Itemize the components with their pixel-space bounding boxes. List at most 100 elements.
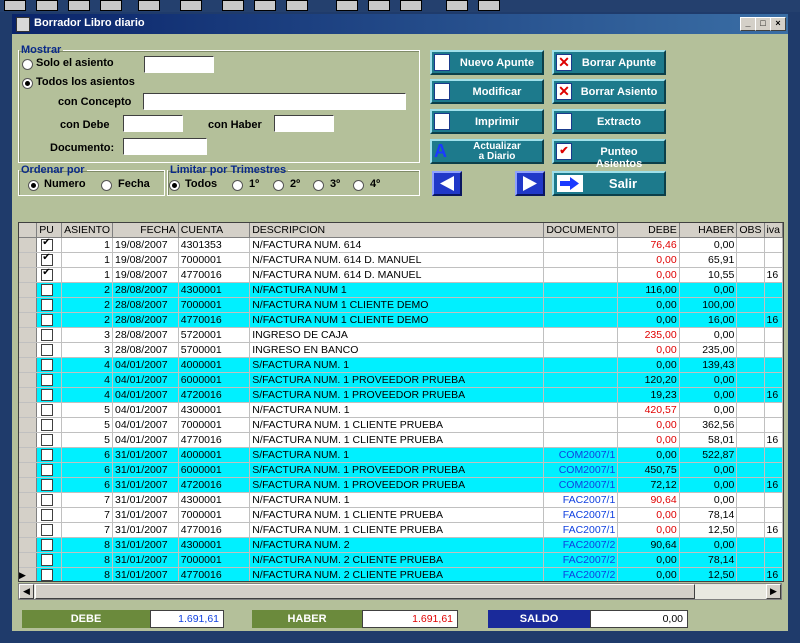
imprimir-button[interactable]: Imprimir (430, 109, 544, 134)
nuevo-apunte-button[interactable]: Nuevo Apunte (430, 50, 544, 75)
trimestre-1-radio[interactable] (232, 180, 243, 191)
ordenar-numero-radio[interactable] (28, 180, 39, 191)
previous-button[interactable] (432, 171, 462, 196)
asientos-grid[interactable]: PU ASIENTO FECHA CUENTA DESCRIPCION DOCU… (18, 222, 784, 582)
row-selector[interactable] (19, 462, 38, 478)
pu-checkbox[interactable] (41, 509, 54, 522)
table-row[interactable]: 119/08/20074770016N/FACTURA NUM. 614 D. … (19, 267, 783, 283)
row-selector[interactable] (19, 477, 38, 493)
row-selector[interactable] (19, 492, 38, 508)
row-selector[interactable] (19, 432, 38, 448)
table-row[interactable]: 2 28/08/2007 4300001 N/FACTURA NUM 1 116,00 0… (19, 282, 783, 298)
toolbar-button[interactable] (478, 0, 500, 11)
debe-filter-input[interactable] (123, 115, 183, 132)
haber-filter-input[interactable] (274, 115, 334, 132)
concepto-input[interactable] (143, 93, 406, 110)
toolbar-button[interactable] (254, 0, 276, 11)
window-titlebar[interactable]: Borrador Libro diario _ □ × (12, 14, 788, 34)
extracto-button[interactable]: Extracto (552, 109, 666, 134)
scroll-thumb[interactable] (35, 584, 695, 599)
toolbar-button[interactable] (4, 0, 26, 11)
table-row[interactable]: 8 31/01/2007 4300001 N/FACTURA NUM. 2 FAC200… (19, 537, 783, 553)
table-row[interactable]: 5 04/01/2007 7000001 N/FACTURA NUM. 1 CLIEN… (19, 417, 783, 433)
pu-checkbox[interactable] (41, 299, 54, 312)
table-row[interactable]: 4 04/01/2007 4720016 S/FACTURA NUM. 1 PROVE… (19, 387, 783, 403)
pu-checkbox[interactable] (41, 464, 54, 477)
toolbar-button[interactable] (368, 0, 390, 11)
row-selector[interactable] (19, 252, 38, 268)
pu-checkbox[interactable] (41, 479, 54, 492)
trimestre-3-radio[interactable] (313, 180, 324, 191)
table-row[interactable]: 2 28/08/2007 7000001 N/FACTURA NUM 1 CLIENT… (19, 297, 783, 313)
pu-checkbox[interactable] (41, 344, 54, 357)
row-selector[interactable] (19, 327, 38, 343)
scroll-right-icon[interactable]: ▶ (766, 584, 781, 599)
pu-checkbox[interactable] (41, 314, 54, 327)
salir-button[interactable]: Salir (552, 171, 666, 196)
next-button[interactable] (515, 171, 545, 196)
close-button[interactable]: × (770, 17, 786, 31)
toolbar-button[interactable] (222, 0, 244, 11)
table-row[interactable]: 5 04/01/2007 4770016 N/FACTURA NUM. 1 CLIEN… (19, 432, 783, 448)
row-selector[interactable] (19, 507, 38, 523)
table-row[interactable]: 5 04/01/2007 4300001 N/FACTURA NUM. 1 420,57… (19, 402, 783, 418)
row-selector[interactable]: ▶ (19, 567, 38, 581)
pu-checkbox[interactable] (41, 374, 54, 387)
row-selector[interactable] (19, 552, 38, 568)
table-row[interactable]: 6 31/01/2007 4000001 S/FACTURA NUM. 1 COM200… (19, 447, 783, 463)
table-row[interactable]: 7 31/01/2007 4770016 N/FACTURA NUM. 1 CLIEN… (19, 522, 783, 538)
toolbar-button[interactable] (36, 0, 58, 11)
row-selector[interactable] (19, 522, 38, 538)
pu-checkbox[interactable] (41, 494, 54, 507)
table-row[interactable]: 119/08/20077000001N/FACTURA NUM. 614 D. … (19, 252, 783, 268)
column-header[interactable]: HABER (679, 223, 738, 238)
trimestre-4-radio[interactable] (353, 180, 364, 191)
column-header[interactable]: OBS (736, 223, 765, 238)
actualizar-diario-button[interactable]: A Actualizar a Diario (430, 139, 544, 164)
row-selector[interactable] (19, 312, 38, 328)
pu-checkbox[interactable] (41, 539, 54, 552)
table-row[interactable]: 3 28/08/2007 5720001 INGRESO DE CAJA 235,00 0… (19, 327, 783, 343)
table-row[interactable]: 119/08/20074301353N/FACTURA NUM. 614 76,4… (19, 237, 783, 253)
minimize-button[interactable]: _ (740, 17, 756, 31)
column-header[interactable]: FECHA (112, 223, 179, 238)
ordenar-fecha-radio[interactable] (101, 180, 112, 191)
pu-checkbox[interactable] (41, 253, 54, 267)
row-selector[interactable] (19, 372, 38, 388)
table-row[interactable]: 6 31/01/2007 6000001 S/FACTURA NUM. 1 PROVE… (19, 462, 783, 478)
pu-checkbox[interactable] (41, 449, 54, 462)
row-selector[interactable] (19, 237, 38, 253)
row-selector[interactable] (19, 537, 38, 553)
solo-asiento-radio[interactable] (22, 59, 33, 70)
table-row[interactable]: 4 04/01/2007 6000001 S/FACTURA NUM. 1 PROVE… (19, 372, 783, 388)
toolbar-button[interactable] (336, 0, 358, 11)
pu-checkbox[interactable] (41, 284, 54, 297)
table-row[interactable]: ▶ 8 31/01/2007 4770016 N/FACTURA NUM. 2 CLIE… (19, 567, 783, 581)
toolbar-button[interactable] (180, 0, 202, 11)
pu-checkbox[interactable] (41, 434, 54, 447)
table-row[interactable]: 2 28/08/2007 4770016 N/FACTURA NUM 1 CLIENT… (19, 312, 783, 328)
trimestre-2-radio[interactable] (273, 180, 284, 191)
row-selector[interactable] (19, 417, 38, 433)
column-header[interactable]: ASIENTO (61, 223, 113, 238)
scroll-left-icon[interactable]: ◀ (19, 584, 34, 599)
modificar-button[interactable]: Modificar (430, 79, 544, 104)
column-header[interactable]: DOCUMENTO (543, 223, 619, 238)
borrar-asiento-button[interactable]: ✕ Borrar Asiento (552, 79, 666, 104)
toolbar-button[interactable] (286, 0, 308, 11)
pu-checkbox[interactable] (41, 329, 54, 342)
pu-checkbox[interactable] (41, 524, 54, 537)
table-row[interactable]: 8 31/01/2007 7000001 N/FACTURA NUM. 2 CLIEN… (19, 552, 783, 568)
toolbar-button[interactable] (138, 0, 160, 11)
column-header[interactable]: PU (36, 223, 63, 238)
documento-input[interactable] (123, 138, 207, 155)
pu-checkbox[interactable] (41, 419, 54, 432)
pu-checkbox[interactable] (41, 554, 54, 567)
toolbar-button[interactable] (68, 0, 90, 11)
column-header[interactable]: DESCRIPCION (249, 223, 545, 238)
column-header[interactable]: CUENTA (178, 223, 251, 238)
row-selector[interactable] (19, 282, 38, 298)
toolbar-button[interactable] (446, 0, 468, 11)
row-selector[interactable] (19, 357, 38, 373)
pu-checkbox[interactable] (41, 389, 54, 402)
